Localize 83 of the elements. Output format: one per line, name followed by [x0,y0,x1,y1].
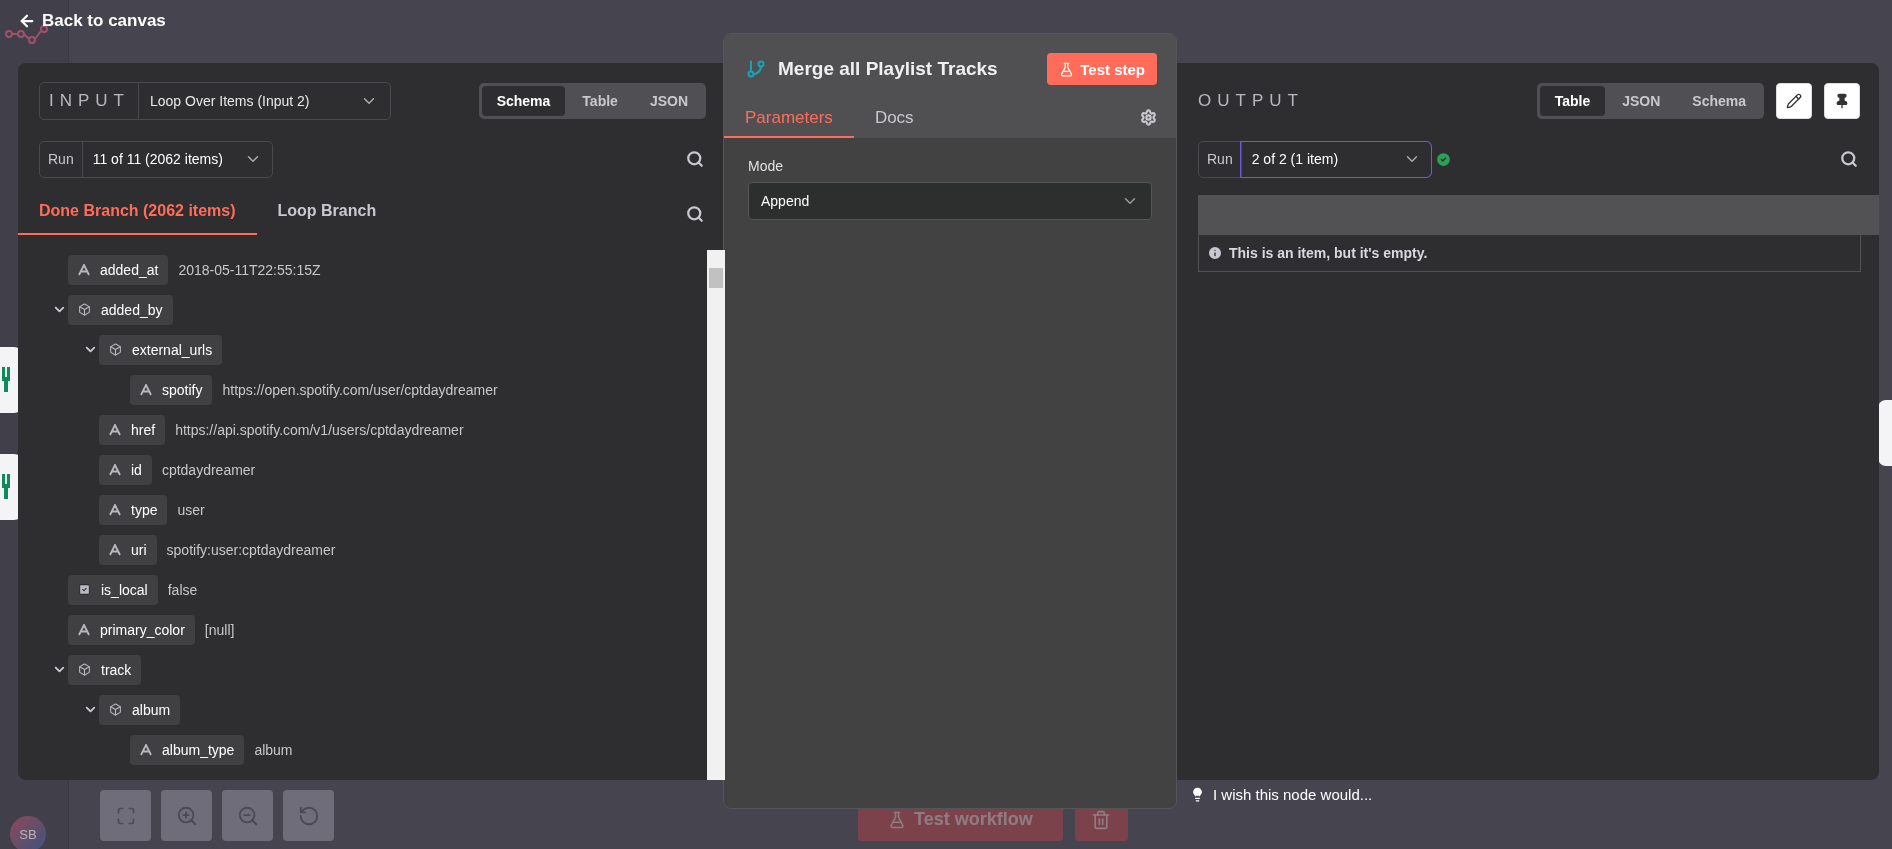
edit-button[interactable] [1776,83,1812,119]
search-icon[interactable] [1840,150,1858,168]
field-value: 2018-05-11T22:55:15Z [178,261,321,278]
zoom-in-icon [175,804,198,827]
field-value: https://open.spotify.com/user/cptdaydreamer [222,381,498,398]
field-key: added_by [68,294,173,325]
flask-icon [1059,61,1075,77]
input-source-dropdown[interactable]: Loop Over Items (Input 2) [138,83,390,119]
fit-view-icon [115,805,136,826]
run-dropdown[interactable]: 11 of 11 (2062 items) [81,141,272,177]
checkbox-icon [78,583,91,596]
branch-tab[interactable]: Loop Branch [256,198,398,235]
run-label: Run [47,150,75,169]
info-icon [1207,244,1223,261]
field-key: track [68,654,142,685]
view-tab[interactable]: Schema [481,86,566,116]
string-type-icon [78,623,90,636]
field-key: type [99,494,168,525]
field-value: spotify:user:cptdaydreamer [166,541,336,558]
panel-tab[interactable]: Docs [853,100,935,138]
string-type-icon [78,263,90,276]
feedback-link[interactable]: I wish this node would... [1213,786,1373,803]
undo-icon [297,804,320,827]
field-value: https://api.spotify.com/v1/users/cptdaydreamer [175,421,464,438]
panel-label: INPUT [48,90,131,112]
field-key: is_local [68,574,158,605]
search-icon[interactable] [686,150,704,168]
string-type-icon [109,423,121,436]
field-key: uri [99,534,157,565]
field-key: id [99,454,152,485]
back-to-canvas-link[interactable]: Back to canvas [18,11,166,31]
string-type-icon [109,503,121,516]
cube-icon [109,343,122,356]
string-type-icon [140,383,152,396]
scrollbar[interactable] [707,249,725,780]
logo-icon [4,25,50,45]
view-tab[interactable]: Table [1539,86,1606,116]
view-tab[interactable]: JSON [634,86,703,116]
field-key: added_at [68,254,169,285]
run-dropdown[interactable]: 2 of 2 (1 item) [1240,141,1431,177]
cube-icon [78,303,91,316]
node-icon [2,474,10,500]
node-title: Merge all Playlist Tracks [778,58,999,80]
panel-tab[interactable]: Parameters [724,100,854,138]
field-key: primary_color [68,614,195,645]
empty-item-message: This is an item, but it's empty. [1229,244,1428,261]
pin-button[interactable] [1824,83,1860,119]
branch-tab[interactable]: Done Branch (2062 items) [18,198,257,235]
flask-icon [888,810,906,829]
view-tab[interactable]: JSON [1607,86,1676,116]
user-avatar[interactable]: SB [10,816,46,849]
branch-icon [746,59,766,79]
string-type-icon [109,463,121,476]
field-key: album [99,694,181,725]
view-tab[interactable]: Table [567,86,633,116]
node-icon [2,367,10,393]
zoom-out-icon [236,804,259,827]
lightbulb-icon [1190,787,1205,802]
field-value: [null] [204,621,235,638]
view-tab[interactable]: Schema [1677,86,1761,116]
cube-icon [109,703,122,716]
string-type-icon [109,543,121,556]
search-icon[interactable] [686,204,704,223]
field-key: spotify [130,374,213,405]
trash-icon [1091,809,1112,830]
field-key: href [99,414,166,445]
string-type-icon [140,743,152,756]
field-value: false [167,581,198,598]
parameter-label: Mode [748,158,785,174]
pin-icon [1834,93,1850,109]
field-key: external_urls [99,334,223,365]
panel-label: OUTPUT [1198,91,1304,111]
test-step-button[interactable]: Test step [1047,53,1157,85]
field-value: cptdaydreamer [161,461,256,478]
mode-dropdown[interactable]: Append [748,182,1152,220]
success-check-icon [1435,150,1452,168]
settings-icon[interactable] [1140,109,1157,126]
pencil-icon [1786,93,1802,109]
field-value: user [177,501,205,518]
field-value: album [254,741,293,758]
run-label: Run [1206,150,1234,169]
cube-icon [78,663,91,676]
field-key: album_type [130,734,245,765]
